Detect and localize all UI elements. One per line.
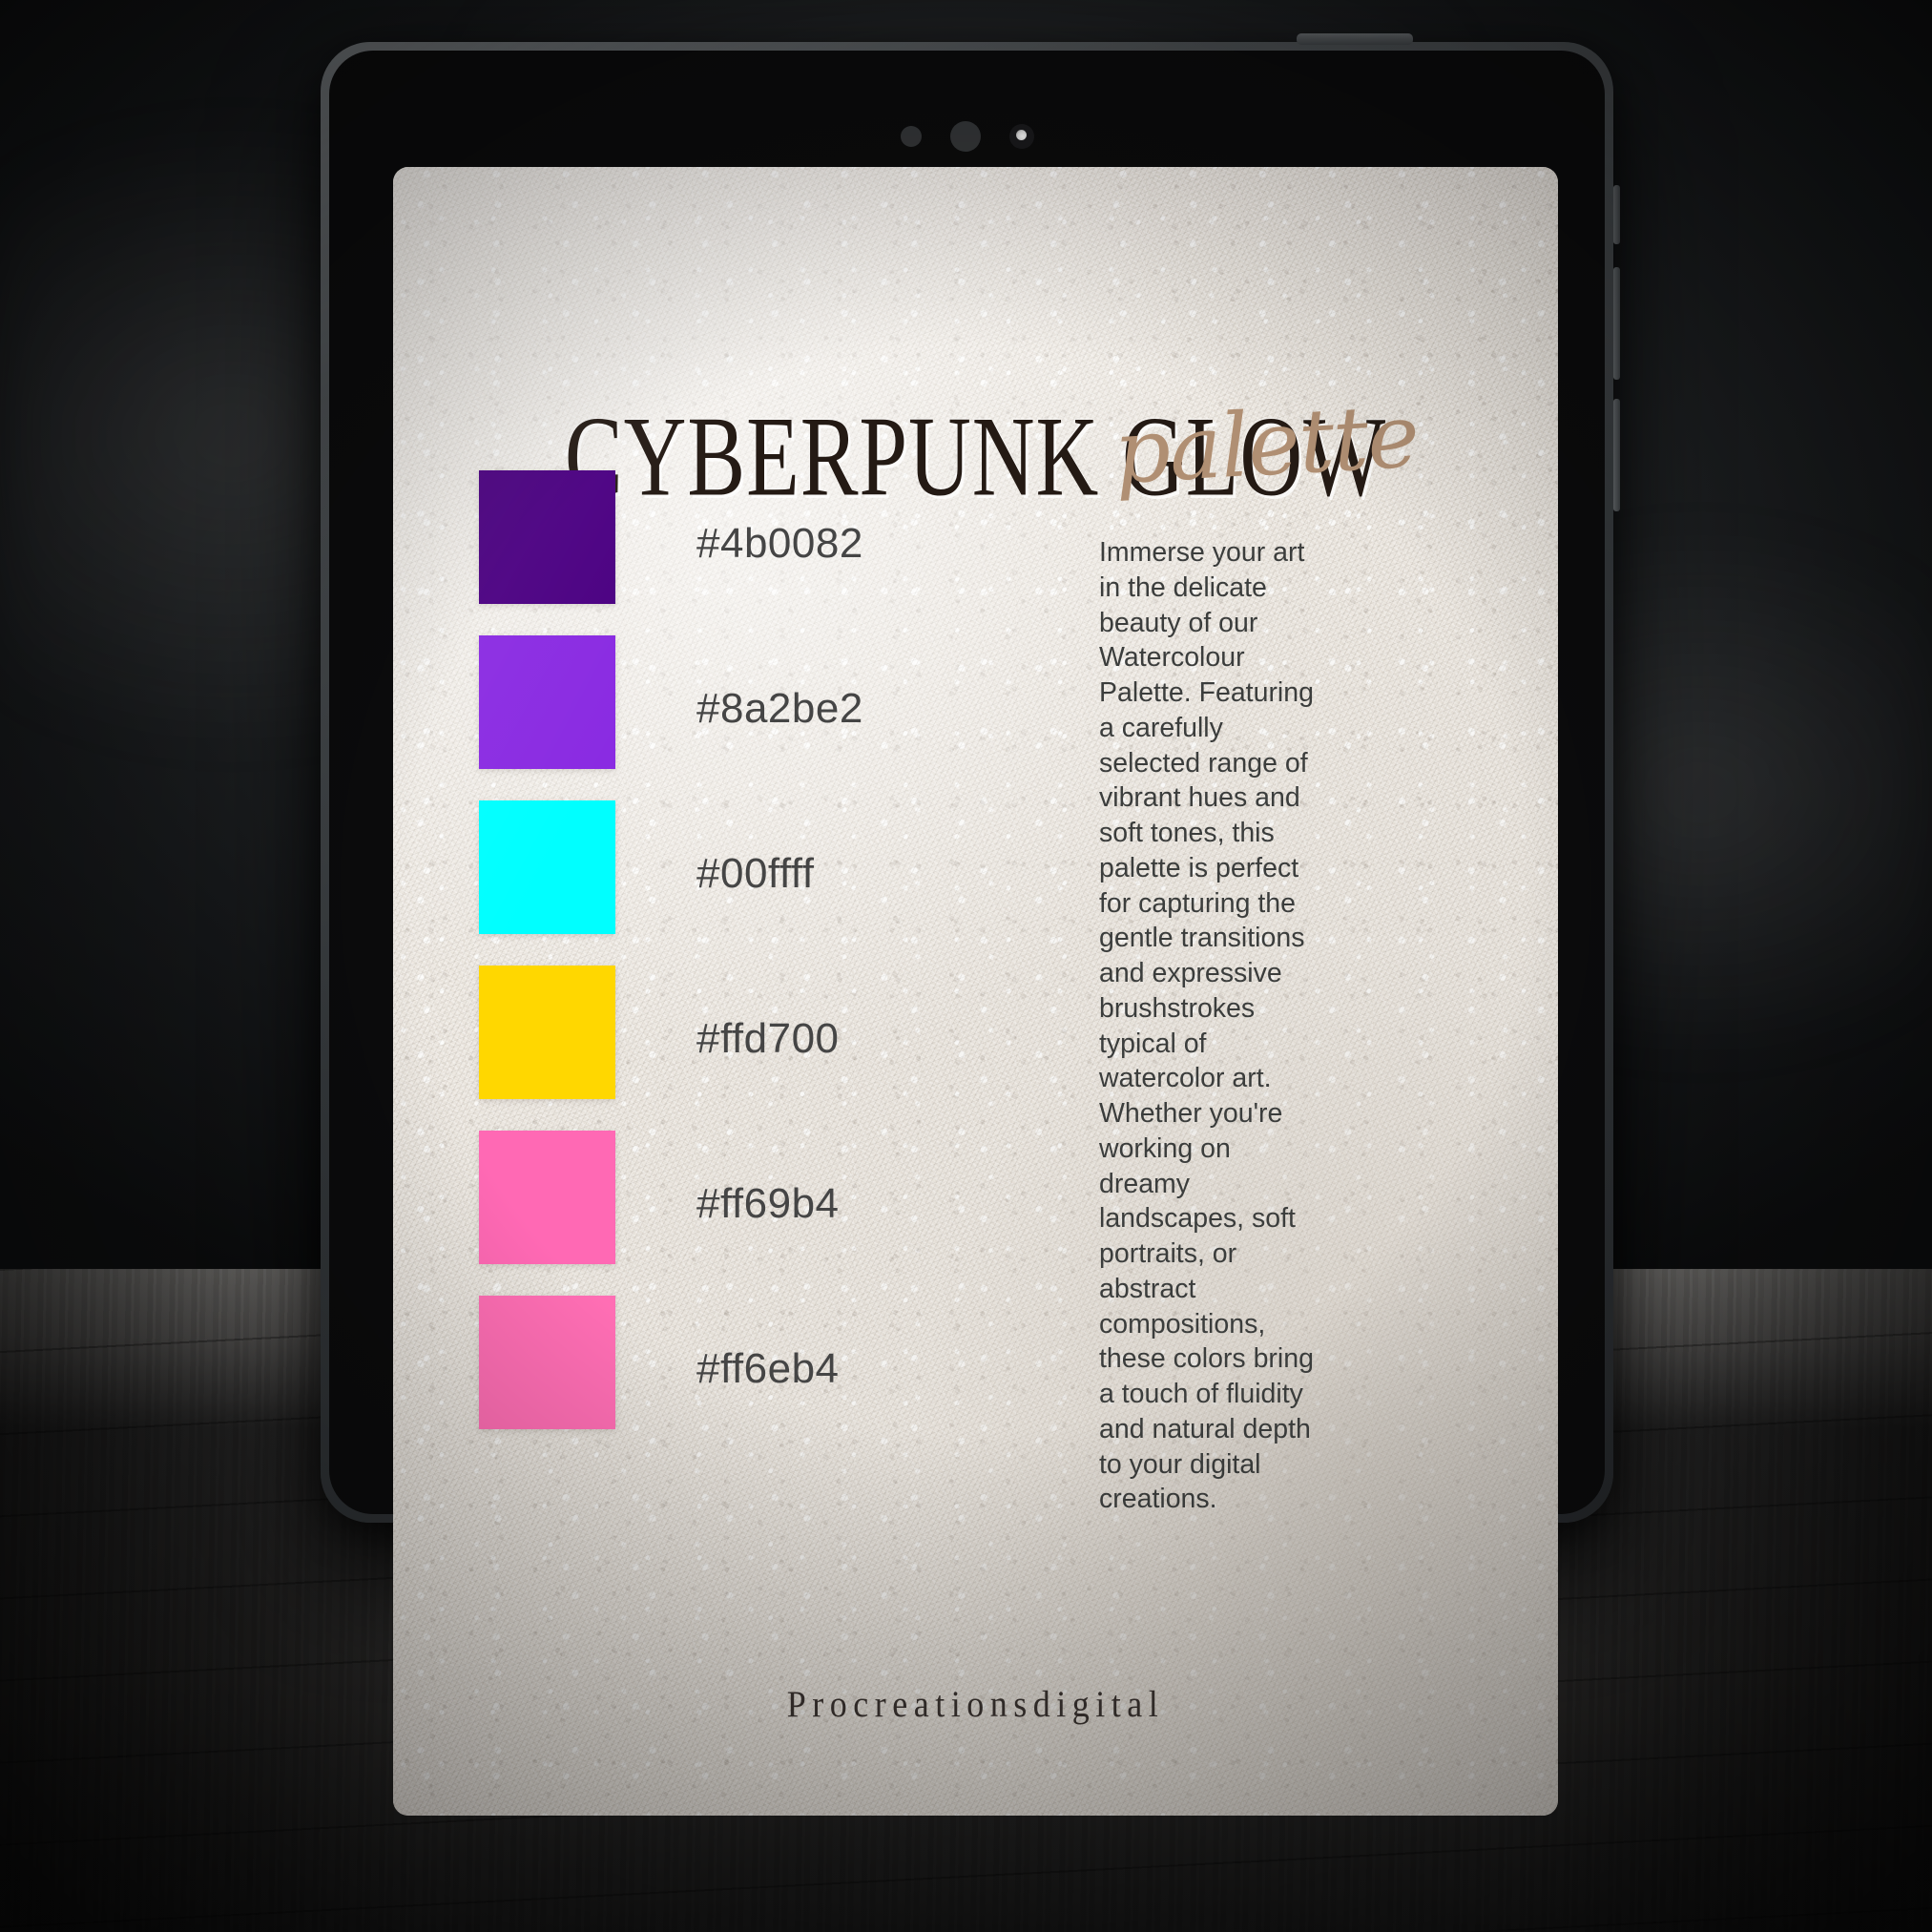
- swatch-hex-label: #00ffff: [696, 850, 815, 897]
- swatch-row: #8a2be2: [479, 635, 1090, 800]
- tablet-device: CYBERPUNK GLOW #4b0082 #8a2be2 #00ffff #…: [321, 33, 1620, 1816]
- palette-description: Immerse your art in the delicate beauty …: [1099, 537, 1314, 1515]
- swatch-hex-label: #ffd700: [696, 1015, 840, 1062]
- brand-footer: Procreationsdigital: [786, 1683, 1165, 1725]
- swatch-row: #ff69b4: [479, 1131, 1090, 1296]
- camera-lens-large-icon: [949, 121, 981, 152]
- color-swatch[interactable]: [479, 1296, 615, 1429]
- camera-lens-small-icon: [900, 126, 922, 147]
- tablet-bezel: CYBERPUNK GLOW #4b0082 #8a2be2 #00ffff #…: [329, 51, 1605, 1816]
- swatch-row: #ff6eb4: [479, 1296, 1090, 1461]
- color-swatch[interactable]: [479, 1131, 615, 1264]
- side-buttons: [1612, 185, 1620, 511]
- palette-card: CYBERPUNK GLOW #4b0082 #8a2be2 #00ffff #…: [393, 167, 1558, 1816]
- volume-up-button[interactable]: [1613, 267, 1620, 380]
- swatch-hex-label: #ff6eb4: [696, 1345, 840, 1392]
- camera-flash-icon: [1008, 124, 1034, 149]
- swatch-hex-label: #ff69b4: [696, 1180, 840, 1227]
- camera-module: [329, 121, 1605, 154]
- swatch-row: #ffd700: [479, 966, 1090, 1131]
- swatch-row: #4b0082: [479, 470, 1090, 635]
- palette-script-heading: palette: [1111, 384, 1422, 504]
- color-swatch[interactable]: [479, 800, 615, 934]
- volume-button-a[interactable]: [1613, 185, 1620, 244]
- color-swatch[interactable]: [479, 635, 615, 769]
- swatch-list: #4b0082 #8a2be2 #00ffff #ffd700 #ff69b4 …: [479, 470, 1090, 1461]
- swatch-hex-label: #8a2be2: [696, 685, 863, 732]
- tablet-screen[interactable]: CYBERPUNK GLOW #4b0082 #8a2be2 #00ffff #…: [393, 167, 1558, 1816]
- color-swatch[interactable]: [479, 966, 615, 1099]
- power-button[interactable]: [1297, 33, 1413, 45]
- volume-down-button[interactable]: [1613, 399, 1620, 511]
- color-swatch[interactable]: [479, 470, 615, 604]
- swatch-hex-label: #4b0082: [696, 520, 863, 567]
- swatch-row: #00ffff: [479, 800, 1090, 966]
